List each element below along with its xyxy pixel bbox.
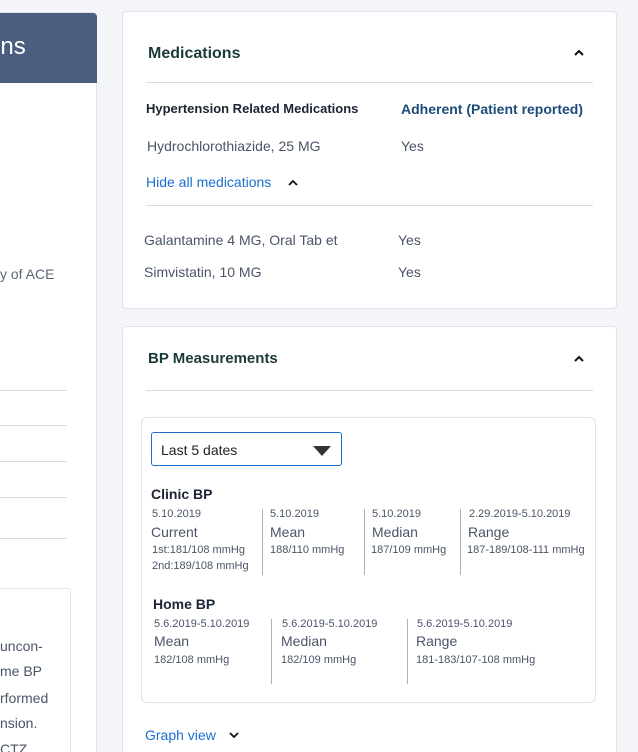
clinic-median-date: 5.10.2019 [372,508,421,520]
left-card-line: rformed [0,690,49,706]
medication-name: Galantamine 4 MG, Oral Tab et [144,232,338,248]
left-text-ace: y of ACE [0,266,55,282]
col-header-adherent: Adherent (Patient reported) [401,101,584,117]
home-range-value: 181-183/107-108 mmHg [416,654,536,666]
bp-title: BP Measurements [148,350,278,367]
chevron-down-icon[interactable] [228,729,240,741]
left-card-line: uncon- [0,638,43,654]
medication-name: Hydrochlorothiazide, 25 MG [147,138,321,154]
dropdown-arrow-icon [313,446,331,456]
medications-divider [146,205,593,206]
left-divider [0,390,67,391]
left-divider [0,461,67,462]
clinic-bp-title: Clinic BP [151,486,213,502]
clinic-mean-label: Mean [270,524,306,540]
left-divider [0,538,67,539]
clinic-mean-value: 188/110 mmHg [270,544,345,556]
clinic-median-value: 187/109 mmHg [371,544,447,556]
chevron-up-icon[interactable] [573,353,585,365]
clinic-range-label: Range [468,524,510,540]
col-header-medication: Hypertension Related Medications [146,101,359,116]
clinic-range-date: 2.29.2019-5.10.2019 [469,508,571,520]
left-card-line: nsion. [0,715,38,731]
date-range-value: Last 5 dates [161,442,238,458]
column-separator [271,619,272,684]
column-separator [364,509,365,575]
home-mean-label: Mean [154,633,190,649]
date-range-select[interactable]: Last 5 dates [151,432,342,466]
home-median-date: 5.6.2019-5.10.2019 [282,618,378,630]
clinic-range-value: 187-189/108-111 mmHg [467,544,585,556]
graph-view-link[interactable]: Graph view [145,727,216,743]
home-median-value: 182/109 mmHg [281,654,357,666]
medications-divider [146,82,593,83]
chevron-up-icon[interactable] [287,177,299,189]
left-panel-header: ons [0,13,97,83]
left-card-line: CTZ [0,741,28,752]
left-divider [0,425,67,426]
bp-divider [146,390,593,391]
column-separator [460,509,461,575]
clinic-current-value-2: 2nd:189/108 mmHg [152,560,249,572]
medication-adherent: Yes [398,232,421,248]
clinic-current-label: Current [151,524,198,540]
column-separator [407,619,408,684]
left-divider [0,497,67,498]
clinic-median-label: Median [372,524,418,540]
home-median-label: Median [281,633,327,649]
home-range-label: Range [416,633,458,649]
clinic-current-date: 5.10.2019 [152,508,201,520]
medication-adherent: Yes [401,138,424,154]
clinic-current-value: 1st:181/108 mmHg [152,544,245,556]
column-separator [262,509,263,575]
medications-title: Medications [148,45,241,62]
left-panel-title: ons [0,33,26,60]
home-range-date: 5.6.2019-5.10.2019 [417,618,513,630]
medication-adherent: Yes [398,264,421,280]
medication-name: Simvistatin, 10 MG [144,264,262,280]
clinic-mean-date: 5.10.2019 [270,508,319,520]
home-mean-value: 182/108 mmHg [154,654,230,666]
chevron-up-icon[interactable] [573,47,585,59]
hide-all-medications-link[interactable]: Hide all medications [146,174,271,190]
left-card-line: me BP [0,663,43,679]
home-mean-date: 5.6.2019-5.10.2019 [154,618,250,630]
home-bp-title: Home BP [153,596,216,612]
